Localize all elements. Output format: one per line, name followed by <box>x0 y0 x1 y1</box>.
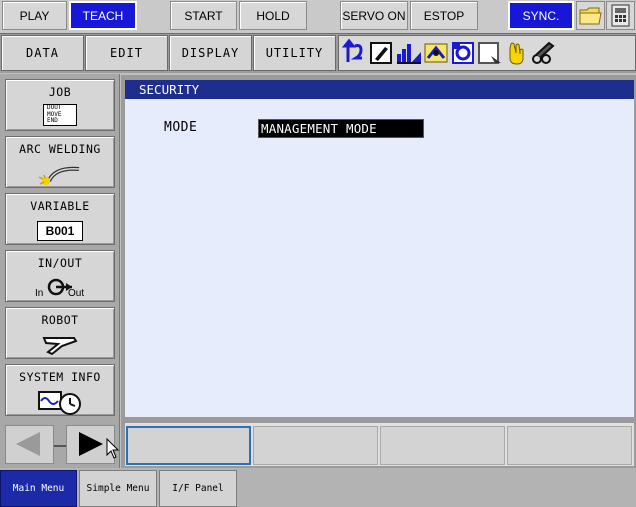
security-key-icon <box>532 41 555 64</box>
page-back-button[interactable] <box>5 425 54 464</box>
menu-data[interactable]: DATA <box>1 35 84 71</box>
tab-if-panel[interactable]: I/F Panel <box>159 470 237 507</box>
function-key-3[interactable] <box>380 426 505 465</box>
cycle-icon <box>341 38 363 62</box>
sidebar-item-label: ROBOT <box>41 313 79 327</box>
page-toggle-connector <box>54 440 66 450</box>
sidebar-item-robot[interactable]: ROBOT <box>5 307 115 359</box>
function-key-2[interactable] <box>253 426 378 465</box>
mouse-cursor-icon <box>106 437 120 460</box>
sidebar-item-system-info[interactable]: SYSTEM INFO <box>5 364 115 416</box>
mode-field[interactable]: MANAGEMENT MODE <box>258 119 424 138</box>
sync-button[interactable]: SYNC. <box>508 1 574 30</box>
teach-pendant-icon[interactable] <box>606 1 635 30</box>
welding-torch-icon <box>35 161 85 188</box>
security-content-area: MODE MANAGEMENT MODE <box>125 99 634 417</box>
tab-simple-menu[interactable]: Simple Menu <box>79 470 157 507</box>
play-button[interactable]: PLAY <box>2 1 67 30</box>
robot-arm-icon <box>38 332 82 359</box>
mode-label: MODE <box>164 120 198 135</box>
window-title: SECURITY <box>125 80 634 99</box>
job-icon: DOUT MOVE END <box>43 104 77 126</box>
variable-icon: B001 <box>37 221 83 241</box>
servo-on-button[interactable]: SERVO ON <box>340 1 408 30</box>
estop-button[interactable]: ESTOP <box>410 1 478 30</box>
function-key-1[interactable] <box>126 426 251 465</box>
sidebar-item-variable[interactable]: VARIABLE B001 <box>5 193 115 245</box>
in-out-icon: In Out <box>32 274 88 300</box>
hand-icon <box>509 42 524 65</box>
arrow-left-icon <box>16 432 40 456</box>
signal-icon <box>397 44 421 64</box>
teach-button[interactable]: TEACH <box>69 1 137 30</box>
tool-icon <box>452 42 474 64</box>
sidebar-item-label: VARIABLE <box>30 199 90 213</box>
sidebar-item-label: IN/OUT <box>37 256 83 270</box>
page-icon <box>478 42 501 64</box>
system-info-icon <box>35 389 85 418</box>
hold-button[interactable]: HOLD <box>239 1 307 30</box>
sidebar-item-job[interactable]: JOB DOUT MOVE END <box>5 79 115 131</box>
function-key-4[interactable] <box>507 426 632 465</box>
sidebar-item-label: JOB <box>48 85 72 99</box>
sidebar-item-label: SYSTEM INFO <box>19 370 101 384</box>
tab-main-menu[interactable]: Main Menu <box>0 470 77 507</box>
folder-icon[interactable] <box>576 1 605 30</box>
edit-icon <box>370 42 392 64</box>
sidebar-item-arc-welding[interactable]: ARC WELDING <box>5 136 115 188</box>
sidebar-item-label: ARC WELDING <box>19 142 101 156</box>
coordinate-icon <box>424 43 448 63</box>
start-button[interactable]: START <box>170 1 237 30</box>
status-icons-strip <box>338 35 636 71</box>
sidebar-item-in-out[interactable]: IN/OUT In Out <box>5 250 115 302</box>
menu-utility[interactable]: UTILITY <box>253 35 336 71</box>
menu-display[interactable]: DISPLAY <box>169 35 252 71</box>
menu-edit[interactable]: EDIT <box>85 35 168 71</box>
